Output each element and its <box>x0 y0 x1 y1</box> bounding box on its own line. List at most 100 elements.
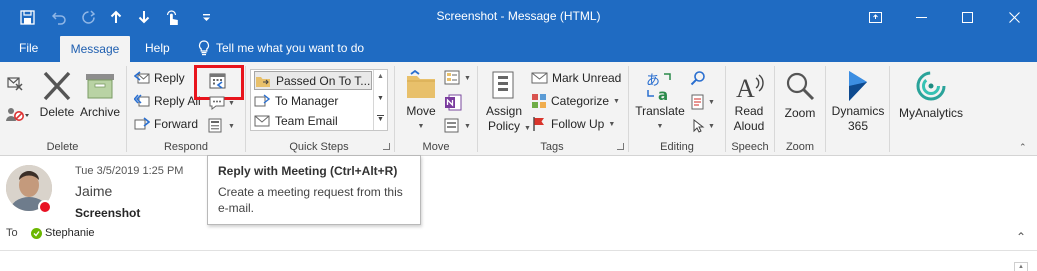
forward-label: Forward <box>154 117 199 131</box>
group-divider <box>477 66 478 152</box>
dialog-launcher-icon[interactable] <box>383 143 390 150</box>
tab-message[interactable]: Message <box>60 36 130 62</box>
respond-group-label: Respond <box>163 141 209 153</box>
dynamics-365-button[interactable]: Dynamics 365 <box>829 70 887 134</box>
categorize-label: Categorize <box>551 94 610 108</box>
related-button[interactable]: ▼ <box>690 94 715 110</box>
speech-group-label: Speech <box>731 141 769 153</box>
reply-with-meeting-button[interactable] <box>208 71 228 91</box>
rules-button[interactable]: ▼ <box>444 70 471 86</box>
archive-button[interactable]: Archive <box>78 70 122 120</box>
sender-name[interactable]: Jaime <box>75 183 112 199</box>
tooltip-title: Reply with Meeting (Ctrl+Alt+R) <box>218 164 398 178</box>
im-reply-button[interactable]: ▼ <box>208 95 235 111</box>
scroll-up-icon[interactable]: ▲ <box>377 73 384 80</box>
ribbon-tab-row: File Message Help Tell me what you want … <box>0 34 1037 62</box>
zoom-button[interactable]: Zoom <box>778 70 822 121</box>
envelope-icon <box>531 72 548 84</box>
reply-all-button[interactable]: Reply All <box>134 93 201 109</box>
calendar-reply-icon <box>209 73 226 89</box>
read-aloud-label: Read Aloud <box>733 104 765 133</box>
flag-icon <box>533 117 544 131</box>
chevron-down-icon: ▼ <box>464 74 471 82</box>
myanalytics-button[interactable]: MyAnalytics <box>895 70 967 121</box>
junk-icon <box>6 108 29 121</box>
archive-label: Archive <box>79 105 120 119</box>
tooltip-body: Create a meeting request from this e-mai… <box>218 185 403 215</box>
follow-up-label: Follow Up <box>551 117 605 131</box>
scroll-up-icon[interactable]: ▲ <box>1014 262 1028 271</box>
tell-me-box[interactable]: Tell me what you want to do <box>198 34 364 62</box>
presence-available-icon <box>31 228 42 239</box>
select-button[interactable]: ▼ <box>690 118 715 134</box>
zoom-label: Zoom <box>784 106 816 120</box>
recipient-name[interactable]: Stephanie <box>45 227 95 239</box>
chevron-down-icon: ▼ <box>464 122 471 130</box>
tab-help[interactable]: Help <box>145 34 170 62</box>
collapse-header-icon[interactable]: ⌃ <box>1016 230 1026 244</box>
tab-file[interactable]: File <box>19 34 38 62</box>
more-icon[interactable]: ▼ <box>377 115 384 123</box>
svg-text:A: A <box>736 74 755 102</box>
onenote-button[interactable] <box>444 94 462 111</box>
quick-step-label: To Manager <box>275 93 339 108</box>
ignore-icon <box>7 77 23 91</box>
quick-step-item[interactable]: To Manager <box>254 91 372 110</box>
translate-label: Translate <box>635 104 685 118</box>
quick-step-label: Passed On To T... <box>276 73 371 88</box>
chevron-down-icon: ▼ <box>613 97 620 105</box>
svg-text:a: a <box>658 86 668 102</box>
mark-unread-label: Mark Unread <box>552 70 622 85</box>
dynamics-365-label: Dynamics 365 <box>831 104 885 133</box>
reply-icon <box>134 71 150 84</box>
move-button[interactable]: Move ▼ <box>401 70 441 134</box>
collapse-ribbon-icon[interactable]: ⌃ <box>1019 142 1027 153</box>
actions-button[interactable]: ▼ <box>444 118 471 134</box>
quick-steps-scroller[interactable]: ▲ ▼ ▼ <box>373 70 387 130</box>
group-divider <box>825 66 826 152</box>
quick-step-item[interactable]: Passed On To T... <box>254 71 372 90</box>
delete-button[interactable]: Delete <box>38 70 76 120</box>
chevron-down-icon: ▼ <box>608 120 616 128</box>
dialog-launcher-icon[interactable] <box>617 143 624 150</box>
chevron-down-icon: ▼ <box>228 99 235 107</box>
minimize-icon[interactable] <box>898 0 944 34</box>
ribbon-display-options-icon[interactable] <box>852 0 898 34</box>
more-respond-button[interactable]: ▼ <box>208 118 235 134</box>
reply-all-icon <box>134 94 150 107</box>
forward-mail-icon <box>254 93 270 106</box>
zoom-group-label: Zoom <box>785 141 815 153</box>
actions-icon <box>444 118 459 133</box>
categorize-button[interactable]: Categorize ▼ <box>531 93 620 109</box>
ignore-button[interactable] <box>6 74 24 92</box>
group-divider <box>725 66 726 152</box>
chevron-down-icon: ▼ <box>228 122 235 130</box>
chevron-down-icon[interactable]: ▼ <box>524 125 531 132</box>
quick-steps-gallery: Passed On To T... To Manager Team Email … <box>250 69 388 131</box>
follow-up-button[interactable]: Follow Up ▼ <box>531 116 615 132</box>
maximize-icon[interactable] <box>944 0 990 34</box>
reply-button[interactable]: Reply <box>134 70 185 86</box>
myanalytics-label: MyAnalytics <box>898 106 963 120</box>
assign-policy-button[interactable]: Assign Policy <box>481 70 527 134</box>
lightbulb-icon <box>198 40 210 56</box>
quick-step-item[interactable]: Team Email <box>254 111 372 130</box>
move-folder-icon <box>407 70 435 98</box>
group-divider <box>245 66 246 152</box>
translate-button[interactable]: あa Translate ▼ <box>632 70 688 134</box>
rules-icon <box>444 70 460 85</box>
forward-button[interactable]: Forward <box>134 116 198 132</box>
close-icon[interactable] <box>991 0 1037 34</box>
read-aloud-button[interactable]: A Read Aloud <box>728 70 770 134</box>
delete-group-label: Delete <box>46 141 79 153</box>
junk-button[interactable] <box>5 105 29 123</box>
magnifier-icon <box>786 72 815 101</box>
mark-unread-button[interactable]: Mark Unread <box>531 70 621 85</box>
editing-group-label: Editing <box>660 141 694 153</box>
find-button[interactable] <box>690 70 706 86</box>
message-subject: Screenshot <box>75 206 141 220</box>
scroll-down-icon[interactable]: ▼ <box>377 95 384 102</box>
quick-step-label: Team Email <box>275 113 338 128</box>
title-bar: Screenshot - Message (HTML) <box>0 0 1037 34</box>
chevron-down-icon: ▼ <box>417 123 425 130</box>
